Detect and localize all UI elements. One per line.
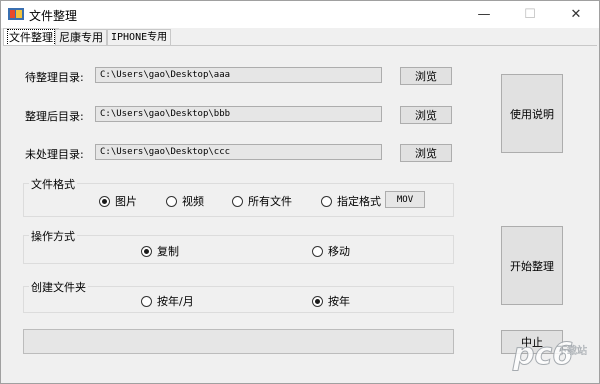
create-folder-title: 创建文件夹 xyxy=(29,279,88,295)
radio-label: 指定格式 xyxy=(337,195,381,208)
operation-move-radio[interactable]: 移动 xyxy=(312,243,350,259)
watermark-caption: 下载站 xyxy=(557,344,587,357)
radio-label: 所有文件 xyxy=(248,195,292,208)
close-button[interactable]: ✕ xyxy=(553,1,599,28)
target-browse-button[interactable]: 浏览 xyxy=(400,106,452,124)
format-video-radio[interactable]: 视频 xyxy=(166,193,204,209)
radio-indicator xyxy=(166,195,177,207)
radio-label: 图片 xyxy=(115,195,137,208)
start-button[interactable]: 开始整理 xyxy=(501,226,563,305)
tab-file-organize[interactable]: 文件整理 xyxy=(3,28,59,46)
tab-label: 文件整理 xyxy=(7,29,55,46)
tab-nikon[interactable]: 尼康专用 xyxy=(55,29,107,45)
radio-label: 按年/月 xyxy=(157,295,194,308)
radio-indicator xyxy=(141,295,152,307)
radio-indicator xyxy=(99,195,110,207)
maximize-button[interactable]: ☐ xyxy=(507,1,553,28)
watermark-logo: pc6 下载站 xyxy=(512,337,588,373)
unprocessed-dir-field[interactable]: C:\Users\gao\Desktop\ccc xyxy=(95,144,382,160)
file-format-title: 文件格式 xyxy=(29,176,77,192)
unprocessed-browse-button[interactable]: 浏览 xyxy=(400,144,452,162)
radio-indicator xyxy=(312,245,323,257)
radio-indicator xyxy=(312,295,323,307)
radio-label: 视频 xyxy=(182,195,204,208)
folder-year-month-radio[interactable]: 按年/月 xyxy=(141,293,194,309)
format-image-radio[interactable]: 图片 xyxy=(99,193,137,209)
unprocessed-dir-label: 未处理目录: xyxy=(25,148,84,161)
tab-label: IPHONE专用 xyxy=(111,32,168,43)
window-title: 文件整理 xyxy=(29,9,78,23)
title-bar[interactable]: 文件整理 — ☐ ✕ xyxy=(1,1,599,28)
tab-panel: 待整理目录: C:\Users\gao\Desktop\aaa 浏览 整理后目录… xyxy=(3,45,597,382)
format-all-files-radio[interactable]: 所有文件 xyxy=(232,193,292,209)
custom-format-field[interactable]: MOV xyxy=(385,191,425,208)
radio-label: 按年 xyxy=(328,295,350,308)
radio-indicator xyxy=(141,245,152,257)
tab-label: 尼康专用 xyxy=(59,31,103,44)
source-dir-field[interactable]: C:\Users\gao\Desktop\aaa xyxy=(95,67,382,83)
app-folder-icon xyxy=(8,8,24,20)
source-dir-label: 待整理目录: xyxy=(25,71,84,84)
radio-indicator xyxy=(232,195,243,207)
radio-label: 复制 xyxy=(157,245,179,258)
progress-bar xyxy=(23,329,454,354)
help-button[interactable]: 使用说明 xyxy=(501,74,563,153)
source-browse-button[interactable]: 浏览 xyxy=(400,67,452,85)
format-custom-radio[interactable]: 指定格式 xyxy=(321,193,381,209)
app-window: 文件整理 — ☐ ✕ 文件整理 尼康专用 IPHONE专用 待整理目录: C:\… xyxy=(0,0,600,384)
folder-year-radio[interactable]: 按年 xyxy=(312,293,350,309)
operation-group xyxy=(23,235,454,264)
target-dir-label: 整理后目录: xyxy=(25,110,84,123)
radio-label: 移动 xyxy=(328,245,350,258)
target-dir-field[interactable]: C:\Users\gao\Desktop\bbb xyxy=(95,106,382,122)
radio-indicator xyxy=(321,195,332,207)
minimize-button[interactable]: — xyxy=(461,1,507,28)
tab-iphone[interactable]: IPHONE专用 xyxy=(107,29,172,45)
operation-title: 操作方式 xyxy=(29,228,77,244)
operation-copy-radio[interactable]: 复制 xyxy=(141,243,179,259)
